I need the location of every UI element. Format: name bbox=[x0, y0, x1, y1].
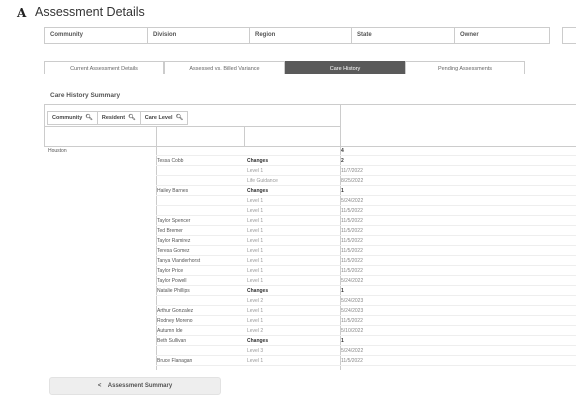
chevron-left-icon: < bbox=[97, 383, 102, 389]
table-row[interactable]: Level 3 5/24/2022 bbox=[44, 346, 576, 356]
search-icon[interactable]: 🔍︎ bbox=[128, 115, 136, 121]
table-row[interactable]: Level 1 5/24/2022 bbox=[44, 196, 576, 206]
tab-current-assessment-details[interactable]: Current Assessment Details bbox=[44, 61, 164, 74]
table-border bbox=[44, 104, 45, 146]
tab-pending-assessments[interactable]: Pending Assessments bbox=[405, 61, 525, 74]
filter-bar: Community Division Region State Owner bbox=[44, 27, 550, 44]
table-row[interactable]: Beth Sullivan Changes 1 bbox=[44, 336, 576, 346]
table-body: Houston 4 Tessa Cobb Changes 2 Level 1 11/7/20… bbox=[44, 146, 576, 366]
tab-assessed-vs-billed-variance[interactable]: Assessed vs. Billed Variance bbox=[164, 61, 285, 74]
app-header: A Assessment Details bbox=[0, 0, 576, 26]
table-row[interactable]: Bruce Flanagan Level 1 11/5/2022 bbox=[44, 356, 576, 366]
search-care-level[interactable]: Care Level 🔍︎ bbox=[139, 111, 189, 125]
table-divider bbox=[44, 126, 340, 127]
table-row[interactable]: Level 2 5/24/2023 bbox=[44, 296, 576, 306]
community-cell: Houston bbox=[48, 148, 67, 154]
table-border bbox=[44, 104, 576, 105]
search-care-level-label: Care Level bbox=[144, 115, 173, 121]
tab-care-history[interactable]: Care History bbox=[285, 61, 405, 74]
search-filter-row: Community 🔍︎ Resident 🔍︎ Care Level 🔍︎ bbox=[47, 111, 189, 125]
filter-owner[interactable]: Owner bbox=[454, 27, 550, 44]
table-row[interactable]: Rodney Moreno Level 1 11/5/2022 bbox=[44, 316, 576, 326]
search-community-label: Community bbox=[52, 115, 83, 121]
filter-overflow[interactable] bbox=[562, 27, 576, 44]
tab-bar: Current Assessment Details Assessed vs. … bbox=[44, 61, 525, 74]
page-title: Assessment Details bbox=[35, 5, 145, 19]
table-row[interactable]: Taylor Ramirez Level 1 11/5/2022 bbox=[44, 236, 576, 246]
table-row[interactable]: Tessa Cobb Changes 2 bbox=[44, 156, 576, 166]
table-row[interactable]: Ted Bremer Level 1 11/5/2022 bbox=[44, 226, 576, 236]
table-row[interactable]: Level 1 11/7/2022 bbox=[44, 166, 576, 176]
table-row[interactable]: Tanya Vlanderhorst Level 1 11/5/2022 bbox=[44, 256, 576, 266]
table-row[interactable]: Autumn Ide Level 2 5/10/2022 bbox=[44, 326, 576, 336]
table-row[interactable]: Houston 4 bbox=[44, 146, 576, 156]
search-resident-label: Resident bbox=[101, 115, 126, 121]
row-divider bbox=[156, 365, 576, 366]
button-label: Assessment Summary bbox=[107, 383, 173, 389]
table-row[interactable]: Arthur Gonzalez Level 1 5/24/2023 bbox=[44, 306, 576, 316]
table-row[interactable]: Taylor Powell Level 1 5/24/2022 bbox=[44, 276, 576, 286]
table-row[interactable]: Natalie Phillips Changes 1 bbox=[44, 286, 576, 296]
section-title: Care History Summary bbox=[50, 92, 121, 99]
care-history-table: Houston 4 Tessa Cobb Changes 2 Level 1 11/7/20… bbox=[44, 104, 576, 370]
filter-division[interactable]: Division bbox=[147, 27, 249, 44]
table-row[interactable]: Hailey Barnes Changes 1 bbox=[44, 186, 576, 196]
search-resident[interactable]: Resident 🔍︎ bbox=[96, 111, 140, 125]
table-row[interactable]: Taylor Spencer Level 1 11/5/2022 bbox=[44, 216, 576, 226]
search-community[interactable]: Community 🔍︎ bbox=[47, 111, 97, 125]
back-to-assessment-summary-button[interactable]: < Assessment Summary bbox=[49, 377, 221, 395]
table-row[interactable]: Level 1 11/5/2022 bbox=[44, 206, 576, 216]
search-icon[interactable]: 🔍︎ bbox=[85, 115, 93, 121]
table-divider bbox=[244, 126, 245, 146]
table-row[interactable]: Teresa Gomez Level 1 11/5/2022 bbox=[44, 246, 576, 256]
table-row[interactable]: Life Guidance 8/25/2022 bbox=[44, 176, 576, 186]
app-logo: A bbox=[17, 6, 27, 20]
table-row[interactable]: Taylor Price Level 1 11/5/2022 bbox=[44, 266, 576, 276]
filter-region[interactable]: Region bbox=[249, 27, 351, 44]
filter-state[interactable]: State bbox=[351, 27, 454, 44]
filter-community[interactable]: Community bbox=[44, 27, 147, 44]
search-icon[interactable]: 🔍︎ bbox=[176, 115, 184, 121]
